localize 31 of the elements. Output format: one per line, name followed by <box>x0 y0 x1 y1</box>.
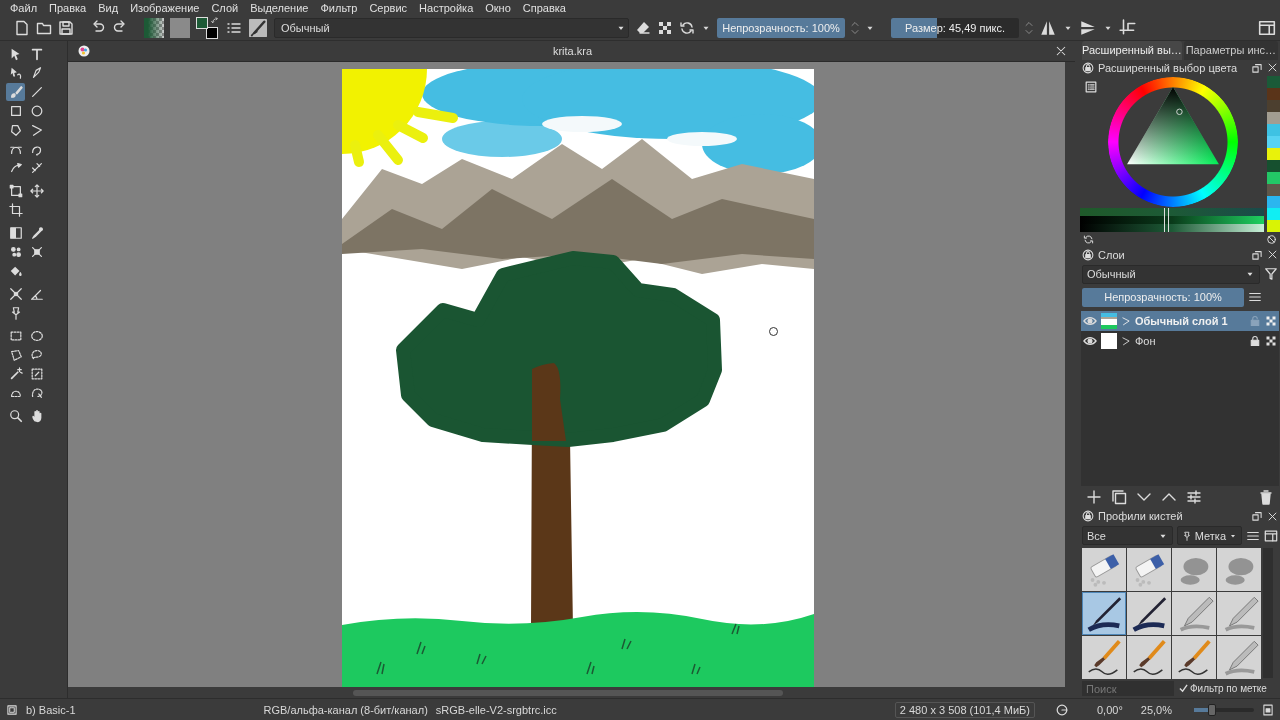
docker-title: Профили кистей <box>1098 510 1184 523</box>
menu-item[interactable]: Фильтр <box>314 1 364 14</box>
menu-item[interactable]: Слой <box>205 1 245 14</box>
docker-title: Слои <box>1098 248 1126 261</box>
menu-item[interactable]: Окно <box>479 1 517 14</box>
menu-item[interactable]: Выделение <box>244 1 315 14</box>
menu-item[interactable]: Справка <box>516 1 572 14</box>
tag-filter-checkbox[interactable]: Фильтр по метке <box>1178 683 1267 695</box>
layer-row[interactable]: Обычный слой 1 <box>1081 310 1279 331</box>
image-size-label: 2 480 x 3 508 (101,4 МиБ) <box>894 701 1035 718</box>
menu-item[interactable]: Файл <box>4 1 44 14</box>
menu-item[interactable]: Сервис <box>363 1 414 14</box>
menu-item[interactable]: Правка <box>43 1 93 14</box>
color-space-label: RGB/альфа-канал (8-бит/канал) <box>263 703 428 716</box>
menu-item[interactable]: Изображение <box>124 1 206 14</box>
zoom-level: 25,0% <box>1140 703 1172 716</box>
tag-filter-dropdown[interactable]: Все <box>1082 526 1173 546</box>
color-profile-label: sRGB-elle-V2-srgbtrc.icc <box>435 703 557 716</box>
blend-mode-dropdown[interactable]: Обычный <box>274 17 629 38</box>
menu-item[interactable]: Настройка <box>413 1 480 14</box>
layer-opacity-slider[interactable]: Непрозрачность: 100% <box>1082 287 1244 307</box>
tag-button[interactable]: Метка <box>1176 526 1242 546</box>
brush-preset-name: b) Basic-1 <box>26 703 76 716</box>
document-title: krita.kra <box>551 44 594 57</box>
menu-item[interactable]: Вид <box>92 1 125 14</box>
search-field[interactable]: Поиск <box>1082 681 1174 697</box>
layer-row[interactable]: Фон <box>1081 330 1279 351</box>
blend-mode-dropdown[interactable]: Обычный <box>1082 264 1260 284</box>
rotation-angle: 0,00° <box>1097 703 1123 716</box>
docker-title: Расширенный выбор цвета <box>1098 61 1239 74</box>
opacity-slider[interactable]: Непрозрачность: 100% <box>717 17 845 38</box>
